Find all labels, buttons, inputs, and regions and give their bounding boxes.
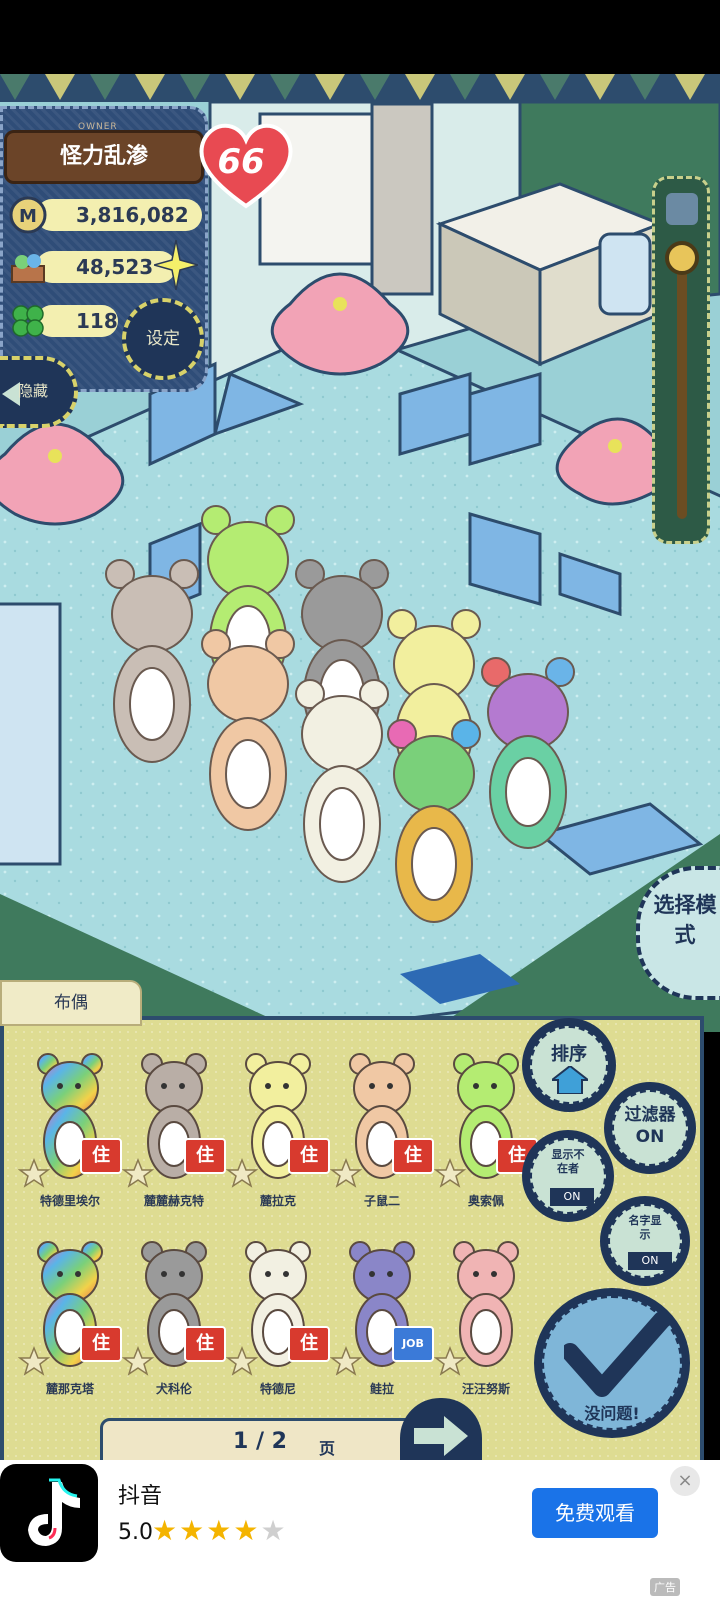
- pagination-bar: 1 / 2 页: [100, 1418, 440, 1464]
- doll-name: 麓拉克: [259, 1194, 296, 1208]
- zoom-slider[interactable]: [652, 176, 710, 544]
- doll-card[interactable]: 住特德里埃尔: [18, 1052, 122, 1212]
- star-filled-icon: ★: [206, 1514, 234, 1547]
- house-icon: [552, 1066, 588, 1094]
- name-display-label: 名字显示: [628, 1214, 662, 1241]
- star-filled-icon: ★: [152, 1514, 180, 1547]
- doll-card[interactable]: 住麓麓赫克特: [122, 1052, 226, 1212]
- confirm-button[interactable]: 没问题!: [534, 1288, 690, 1438]
- doll-card[interactable]: 住犬科伦: [122, 1240, 226, 1400]
- zoom-thumb[interactable]: [665, 241, 699, 275]
- owner-name-plate[interactable]: 怪力乱渗: [4, 130, 204, 184]
- resident-badge: 住: [184, 1326, 226, 1362]
- ad-close-button[interactable]: ×: [670, 1466, 700, 1496]
- resident-badge: 住: [288, 1138, 330, 1174]
- show-absent-toggle[interactable]: ON: [550, 1188, 594, 1206]
- show-absent-label: 显示不在者: [551, 1148, 585, 1175]
- clover-row: 118: [8, 302, 118, 340]
- status-bar: [0, 0, 720, 74]
- doll-name: 特德里埃尔: [39, 1194, 100, 1208]
- doll-card[interactable]: JOB 鲑拉: [330, 1240, 434, 1400]
- resident-badge: 住: [288, 1326, 330, 1362]
- doll-name: 犬科伦: [155, 1382, 192, 1396]
- doll-name: 鲑拉: [369, 1382, 394, 1396]
- show-absent-button[interactable]: 显示不在者 ON: [522, 1130, 614, 1222]
- food-basket-icon: [11, 254, 45, 283]
- doll-card[interactable]: 住子鼠二: [330, 1052, 434, 1212]
- doll-name: 麓麓赫克特: [143, 1194, 204, 1208]
- four-leaf-clover-icon: [12, 305, 44, 337]
- doll-name: 特德尼: [259, 1382, 296, 1396]
- music-note-icon: [28, 1478, 80, 1546]
- doll-name: 汪汪努斯: [461, 1382, 510, 1396]
- hide-label: 隐藏: [18, 382, 49, 400]
- star-empty-icon: ★: [260, 1514, 288, 1547]
- select-mode-label: 选择模式: [653, 893, 717, 947]
- doll-card[interactable]: 汪汪努斯: [434, 1240, 538, 1400]
- ad-rating-value: 5.0: [118, 1520, 153, 1545]
- doll-card[interactable]: 住麓那克塔: [18, 1240, 122, 1400]
- clover-value: 118: [36, 305, 118, 337]
- doll-portrait: [434, 1241, 519, 1376]
- doll-card[interactable]: 住特德尼: [226, 1240, 330, 1400]
- tab-dolls-label: 布偶: [54, 993, 88, 1013]
- filter-button[interactable]: 过滤器ON: [604, 1082, 696, 1174]
- resident-badge: 住: [392, 1138, 434, 1174]
- hide-button[interactable]: 隐藏: [0, 356, 78, 428]
- ad-app-name: 抖音: [118, 1484, 163, 1509]
- doll-name: 麓那克塔: [45, 1382, 94, 1396]
- medal-coin-icon: M: [9, 196, 47, 234]
- filter-label: 过滤器ON: [624, 1105, 676, 1147]
- sort-button[interactable]: 排序: [522, 1018, 616, 1112]
- svg-text:M: M: [19, 206, 37, 227]
- ad-free-watch-button[interactable]: 免费观看: [532, 1488, 658, 1538]
- resident-badge: 住: [184, 1138, 226, 1174]
- owner-tag: OWNER: [78, 122, 118, 132]
- page-suffix: 页: [319, 1439, 336, 1458]
- douyin-app-icon[interactable]: [0, 1464, 98, 1562]
- money-row: 3,816,082 M: [8, 196, 204, 234]
- settings-label: 设定: [146, 329, 180, 349]
- ad-label: 广告: [650, 1578, 680, 1596]
- game-screen: 怪力乱渗 OWNER 3,816,082 M 48,523 118 66 设定 …: [0, 0, 720, 1600]
- money-value: 3,816,082: [36, 199, 202, 231]
- resident-badge: 住: [80, 1326, 122, 1362]
- page-number: 1 / 2: [233, 1429, 287, 1454]
- food-row: 48,523: [8, 248, 178, 286]
- star-filled-icon: ★: [233, 1514, 261, 1547]
- confirm-label: 没问题!: [584, 1404, 640, 1423]
- ad-rating-stars: ★★★★★: [152, 1514, 288, 1547]
- settings-button[interactable]: 设定: [122, 298, 204, 380]
- sparkle-icon: [154, 240, 198, 290]
- right-arrow-icon: [414, 1416, 468, 1456]
- owner-name: 怪力乱渗: [59, 144, 148, 169]
- checkmark-icon: [564, 1312, 668, 1397]
- doll-card[interactable]: 住麓拉克: [226, 1052, 330, 1212]
- doll-name: 子鼠二: [363, 1194, 400, 1208]
- star-filled-icon: ★: [179, 1514, 207, 1547]
- sort-label: 排序: [551, 1044, 587, 1065]
- zoom-preview-icon: [666, 193, 698, 225]
- resident-badge: 住: [80, 1138, 122, 1174]
- player-level: 66: [217, 142, 265, 182]
- name-display-toggle[interactable]: ON: [628, 1252, 672, 1270]
- name-display-button[interactable]: 名字显示 ON: [600, 1196, 690, 1286]
- job-badge: JOB: [392, 1326, 434, 1362]
- tab-dolls[interactable]: 布偶: [0, 980, 142, 1026]
- zoom-track: [677, 269, 687, 519]
